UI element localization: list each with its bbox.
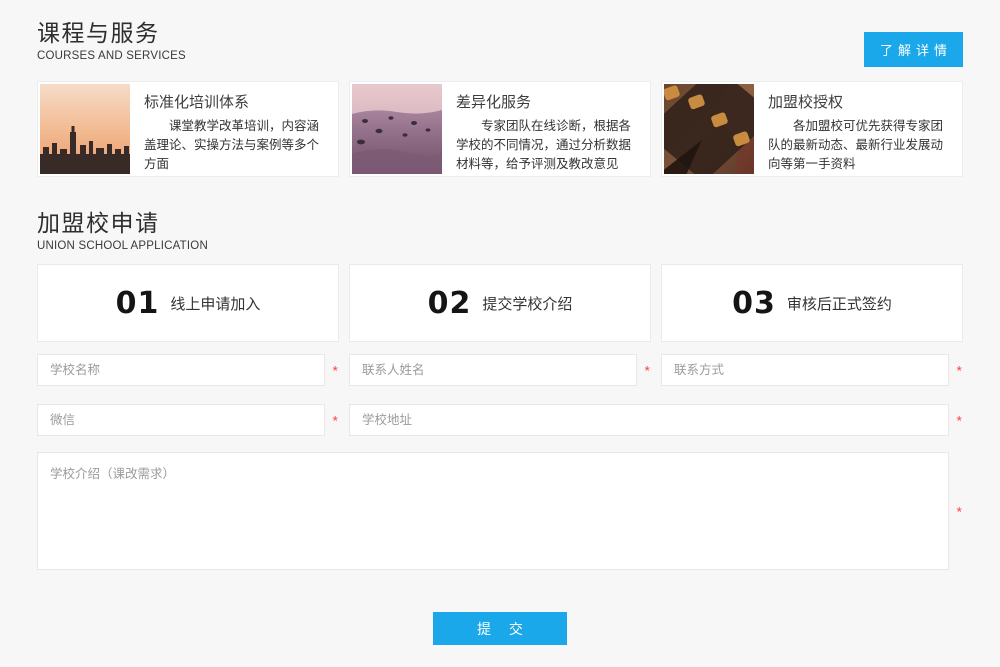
- contact-name-input[interactable]: [349, 354, 637, 386]
- application-heading-group: 加盟校申请 UNION SCHOOL APPLICATION: [37, 210, 208, 253]
- school-address-field-wrap: *: [349, 404, 963, 436]
- course-card-body: 差异化服务 专家团队在线诊断，根据各学校的不同情况，通过分析数据材料等，给予评测…: [442, 84, 648, 174]
- application-section-header: 加盟校申请 UNION SCHOOL APPLICATION: [37, 210, 963, 253]
- course-card-differentiated-service: 差异化服务 专家团队在线诊断，根据各学校的不同情况，通过分析数据材料等，给予评测…: [349, 81, 651, 177]
- step-label: 审核后正式签约: [787, 293, 892, 314]
- step-label: 提交学校介绍: [482, 293, 572, 314]
- courses-section-header: 课程与服务 COURSES AND SERVICES 了解详情: [37, 20, 963, 67]
- school-intro-textarea[interactable]: [37, 452, 949, 570]
- contact-name-field-wrap: *: [349, 354, 651, 386]
- step-number: 02: [428, 286, 472, 321]
- required-asterisk: *: [645, 364, 650, 378]
- step-card-submit-intro: 02 提交学校介绍: [349, 264, 651, 342]
- school-intro-field-wrap: *: [37, 452, 963, 570]
- form-row-1: * * *: [37, 354, 963, 386]
- contact-method-field-wrap: *: [661, 354, 963, 386]
- course-card-title: 差异化服务: [456, 91, 638, 112]
- course-card-description: 各加盟校可优先获得专家团队的最新动态、最新行业发展动向等第一手资料: [768, 117, 950, 173]
- step-card-sign-contract: 03 审核后正式签约: [661, 264, 963, 342]
- required-asterisk: *: [957, 364, 962, 378]
- step-number: 03: [732, 286, 776, 321]
- course-card-title: 标准化培训体系: [144, 91, 326, 112]
- school-address-input[interactable]: [349, 404, 949, 436]
- course-card-body: 加盟校授权 各加盟校可优先获得专家团队的最新动态、最新行业发展动向等第一手资料: [754, 84, 960, 174]
- application-form: * * * * * * 提 交: [37, 354, 963, 645]
- contact-method-input[interactable]: [661, 354, 949, 386]
- course-card-description: 课堂教学改革培训，内容涵盖理论、实操方法与案例等多个方面: [144, 117, 326, 173]
- step-card-apply-online: 01 线上申请加入: [37, 264, 339, 342]
- application-title: 加盟校申请: [37, 210, 208, 237]
- wechat-input[interactable]: [37, 404, 325, 436]
- course-card-description: 专家团队在线诊断，根据各学校的不同情况，通过分析数据材料等，给予评测及教改意见: [456, 117, 638, 173]
- school-name-input[interactable]: [37, 354, 325, 386]
- course-cards-row: 标准化培训体系 课堂教学改革培训，内容涵盖理论、实操方法与案例等多个方面: [37, 81, 963, 177]
- required-asterisk: *: [333, 414, 338, 428]
- submit-button[interactable]: 提 交: [433, 612, 567, 645]
- course-card-standard-training: 标准化培训体系 课堂教学改革培训，内容涵盖理论、实操方法与案例等多个方面: [37, 81, 339, 177]
- step-label: 线上申请加入: [170, 293, 260, 314]
- courses-title: 课程与服务: [37, 20, 186, 47]
- step-number: 01: [116, 286, 160, 321]
- course-card-franchise-authorization: 加盟校授权 各加盟校可优先获得专家团队的最新动态、最新行业发展动向等第一手资料: [661, 81, 963, 177]
- learn-more-button[interactable]: 了解详情: [864, 32, 963, 67]
- required-asterisk: *: [333, 364, 338, 378]
- course-card-title: 加盟校授权: [768, 91, 950, 112]
- desert-dusk-image: [352, 84, 442, 174]
- application-subtitle: UNION SCHOOL APPLICATION: [37, 240, 208, 253]
- city-skyline-image: [40, 84, 130, 174]
- courses-subtitle: COURSES AND SERVICES: [37, 50, 186, 63]
- courses-heading-group: 课程与服务 COURSES AND SERVICES: [37, 20, 186, 63]
- required-asterisk: *: [957, 414, 962, 428]
- wechat-field-wrap: *: [37, 404, 339, 436]
- form-row-2: * *: [37, 404, 963, 436]
- application-steps-row: 01 线上申请加入 02 提交学校介绍 03 审核后正式签约: [37, 264, 963, 342]
- page: 课程与服务 COURSES AND SERVICES 了解详情: [0, 0, 1000, 667]
- course-card-body: 标准化培训体系 课堂教学改革培训，内容涵盖理论、实操方法与案例等多个方面: [130, 84, 336, 174]
- film-strip-image: [664, 84, 754, 174]
- required-asterisk: *: [957, 505, 962, 519]
- school-name-field-wrap: *: [37, 354, 339, 386]
